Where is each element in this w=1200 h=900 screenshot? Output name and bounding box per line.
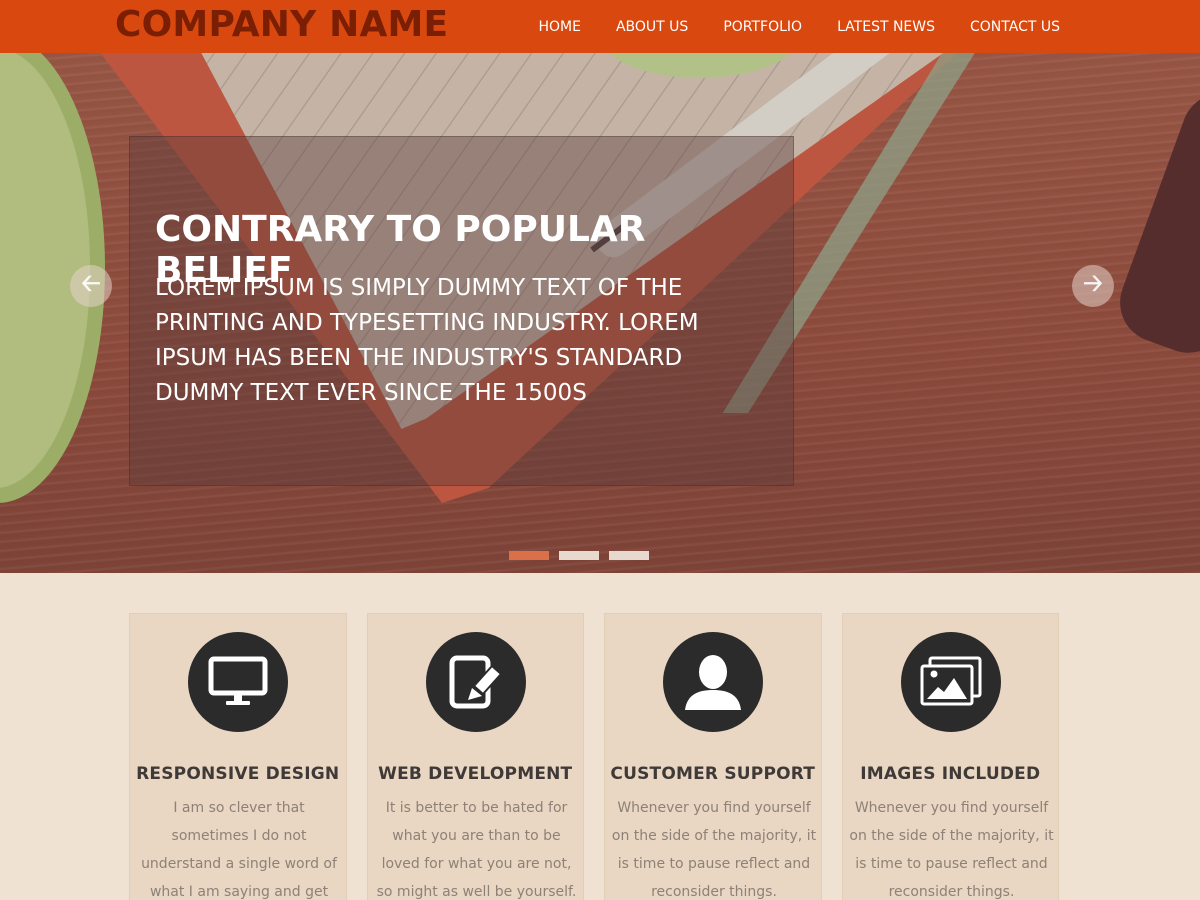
hero-slider: CONTRARY TO POPULAR BELIEF LOREM IPSUM I… bbox=[0, 53, 1200, 573]
feature-text: Whenever you find yourself on the side o… bbox=[611, 800, 817, 900]
edit-tablet-icon bbox=[449, 655, 502, 709]
feature-card: RESPONSIVE DESIGN I am so clever that so… bbox=[129, 613, 347, 900]
feature-card: IMAGES INCLUDED Whenever you find yourse… bbox=[841, 613, 1059, 900]
feature-icon-circle bbox=[188, 632, 288, 732]
slider-indicators bbox=[509, 551, 649, 560]
slide-caption: CONTRARY TO POPULAR BELIEF LOREM IPSUM I… bbox=[129, 136, 794, 486]
nav-contact-us[interactable]: CONTACT US bbox=[970, 19, 1060, 35]
arrow-left-icon: 🡠 bbox=[81, 269, 101, 297]
slider-dot-2[interactable] bbox=[559, 551, 599, 560]
feature-icon-circle bbox=[663, 632, 763, 732]
user-icon bbox=[685, 655, 741, 710]
feature-title: WEB DEVELOPMENT bbox=[378, 764, 573, 784]
slider-dot-3[interactable] bbox=[609, 551, 649, 560]
feature-card: CUSTOMER SUPPORT Whenever you find yours… bbox=[604, 613, 822, 900]
slide-text: LOREM IPSUM IS SIMPLY DUMMY TEXT OF THE … bbox=[155, 275, 699, 406]
feature-text: It is better to be hated for what you ar… bbox=[376, 800, 577, 900]
nav-latest-news[interactable]: LATEST NEWS bbox=[837, 19, 935, 35]
slider-prev-button[interactable]: 🡠 bbox=[70, 265, 112, 307]
feature-title: CUSTOMER SUPPORT bbox=[610, 764, 816, 784]
feature-title: IMAGES INCLUDED bbox=[860, 764, 1041, 784]
features-section: RESPONSIVE DESIGN I am so clever that so… bbox=[129, 613, 1059, 900]
nav-portfolio[interactable]: PORTFOLIO bbox=[723, 19, 802, 35]
slider-dot-1[interactable] bbox=[509, 551, 549, 560]
arrow-right-icon: 🡢 bbox=[1083, 269, 1103, 297]
feature-title: RESPONSIVE DESIGN bbox=[136, 764, 340, 784]
main-nav: HOME ABOUT US PORTFOLIO LATEST NEWS CONT… bbox=[503, 0, 1060, 53]
feature-text: I am so clever that sometimes I do not u… bbox=[141, 800, 337, 900]
feature-icon-circle bbox=[425, 632, 526, 732]
header-bar: COMPANY NAME HOME ABOUT US PORTFOLIO LAT… bbox=[0, 0, 1200, 53]
feature-text: Whenever you find yourself on the side o… bbox=[849, 800, 1054, 900]
monitor-icon bbox=[208, 656, 268, 705]
feature-icon-circle bbox=[900, 632, 1001, 732]
company-logo[interactable]: COMPANY NAME bbox=[115, 4, 448, 45]
images-icon bbox=[920, 656, 981, 706]
slider-next-button[interactable]: 🡢 bbox=[1072, 265, 1114, 307]
nav-about-us[interactable]: ABOUT US bbox=[616, 19, 688, 35]
feature-card: WEB DEVELOPMENT It is better to be hated… bbox=[366, 613, 584, 900]
nav-home[interactable]: HOME bbox=[538, 19, 580, 35]
